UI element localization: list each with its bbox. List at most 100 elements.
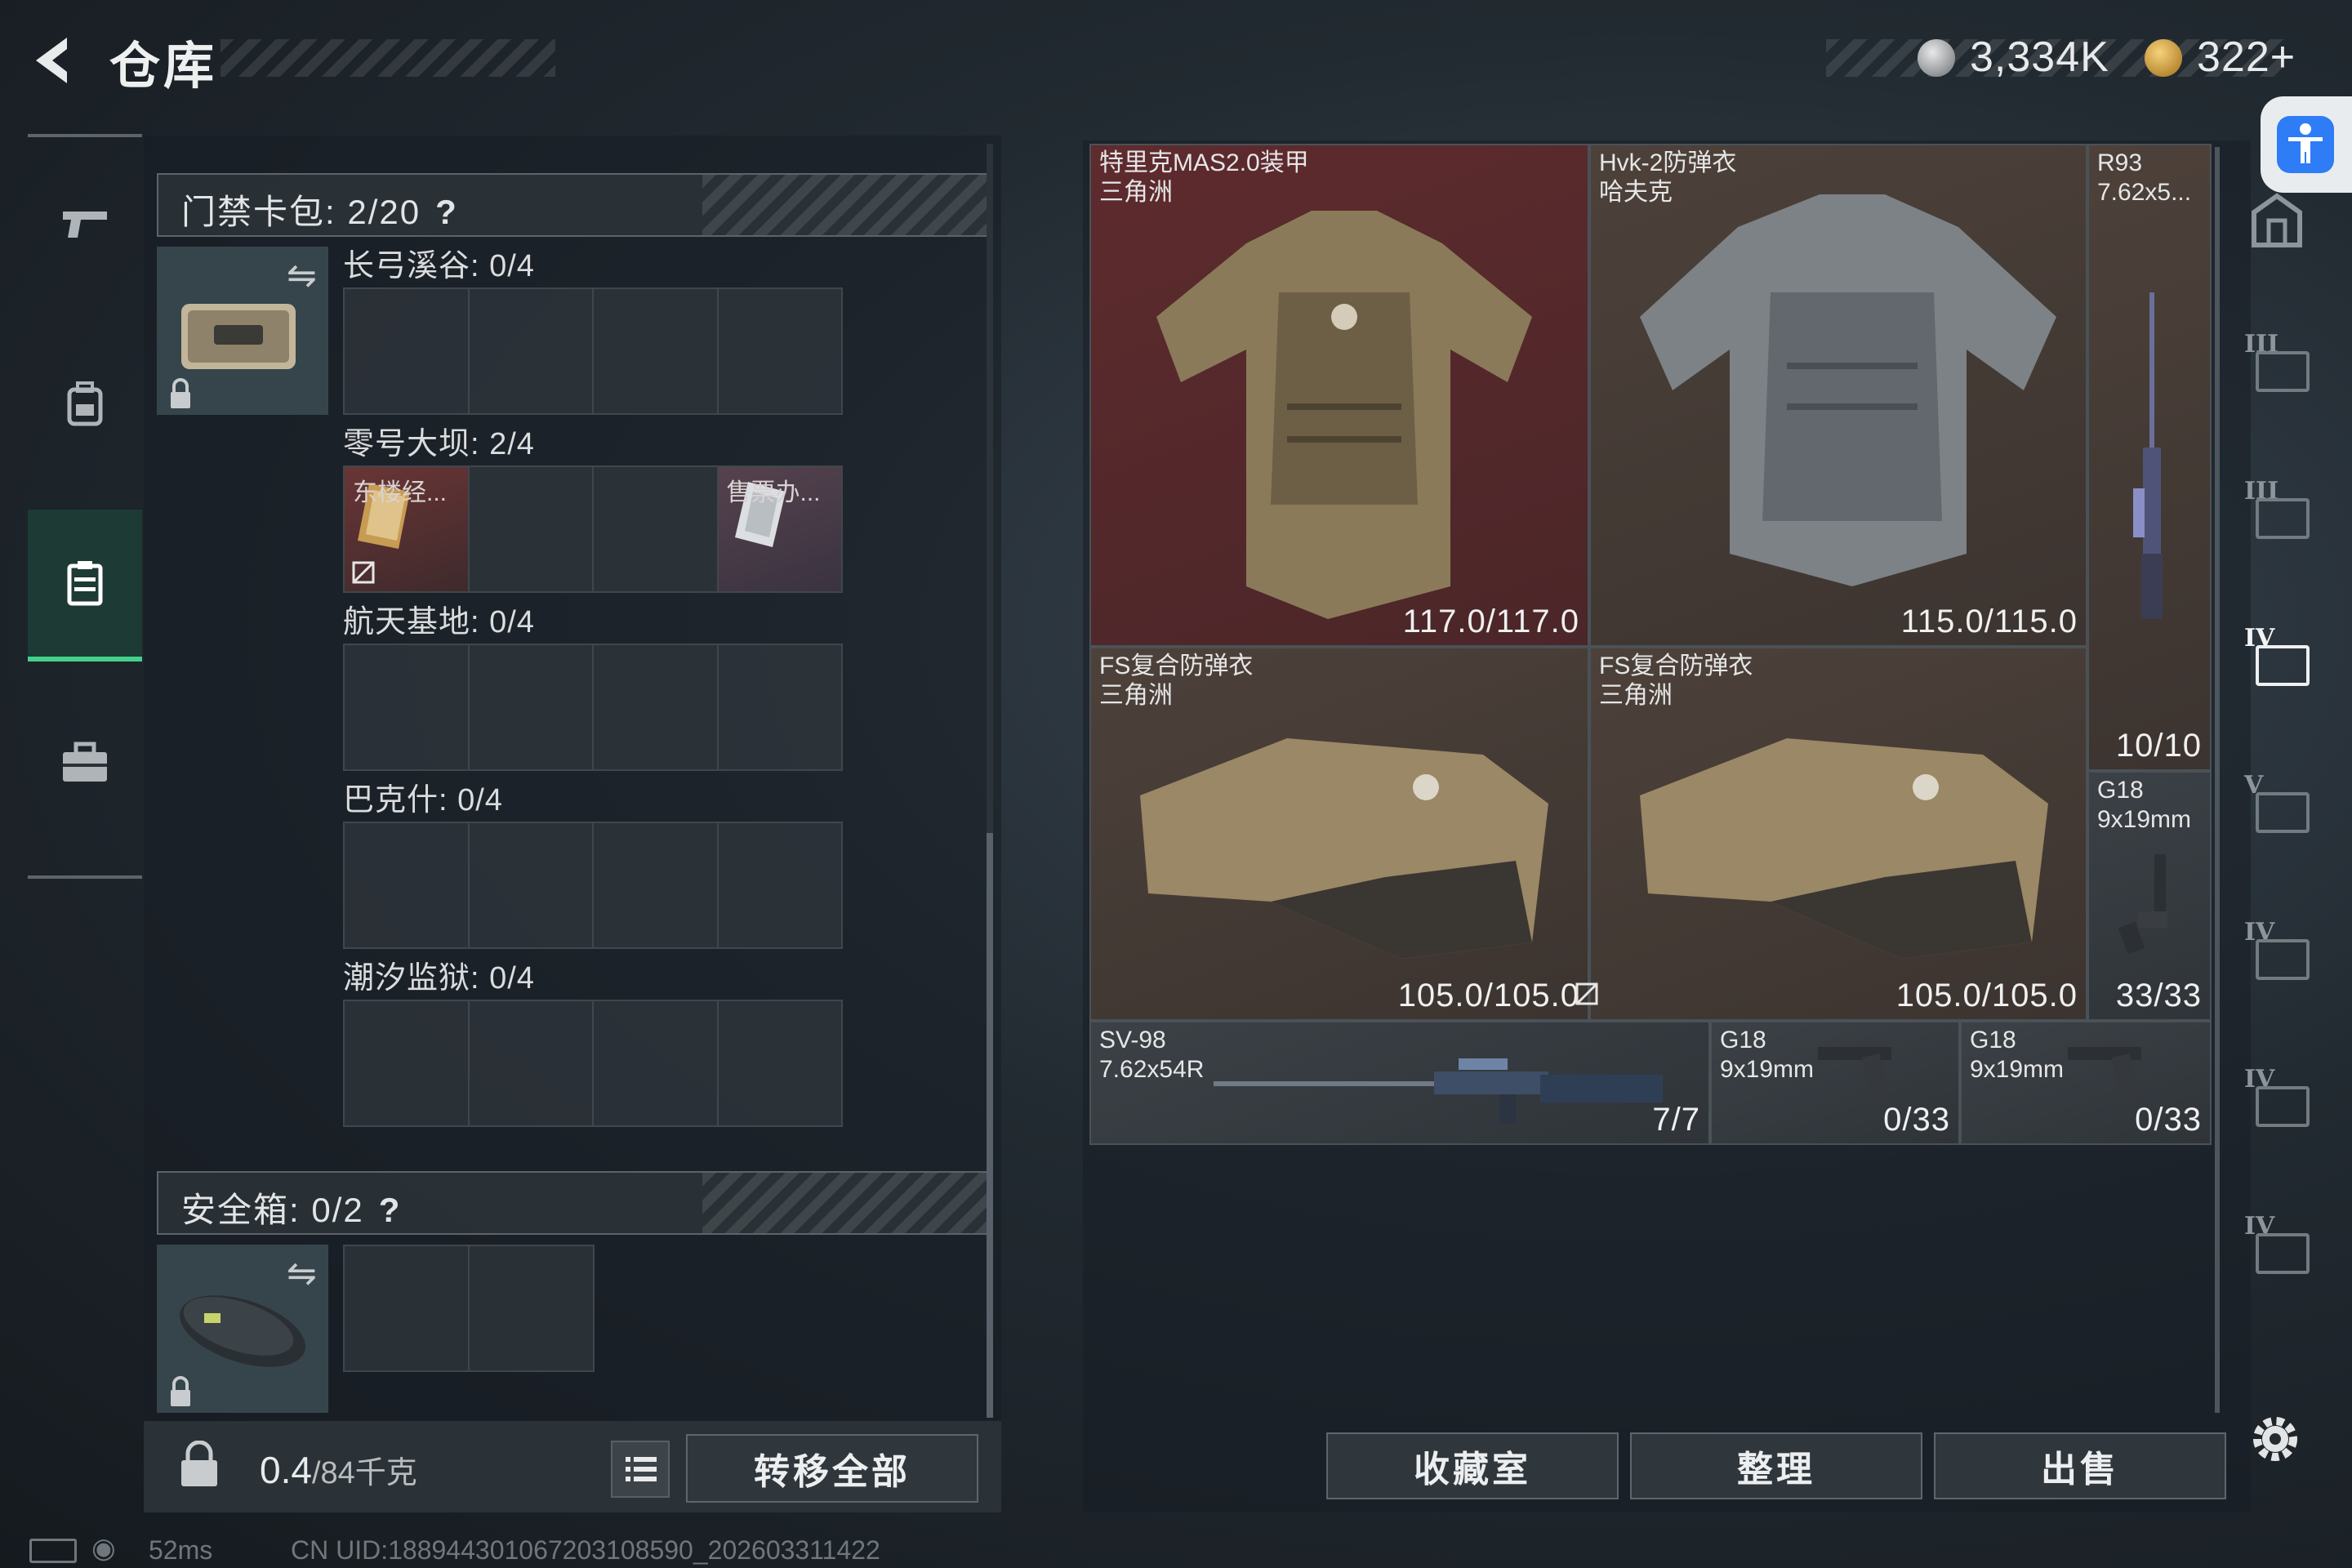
back-arrow-icon[interactable] bbox=[24, 31, 83, 90]
armor-image bbox=[1640, 738, 2048, 959]
keycard-slot[interactable] bbox=[719, 645, 842, 769]
keycard-slot[interactable] bbox=[345, 645, 470, 769]
weight-lock-icon bbox=[181, 1441, 217, 1486]
top-bar: 仓库 3,334K 322+ bbox=[0, 0, 2352, 193]
warehouse-grid: 特里克MAS2.0装甲 三角洲 117.0/117.0 Hvk-2防弹衣 哈夫克… bbox=[1089, 144, 2212, 1145]
pistol-icon bbox=[63, 212, 107, 238]
armor-image bbox=[1640, 194, 2056, 586]
warehouse-item[interactable]: FS复合防弹衣 三角洲 105.0/105.0 bbox=[1089, 647, 1589, 1021]
keycard-slot-row bbox=[343, 822, 843, 949]
transfer-all-button[interactable]: 转移全部 bbox=[686, 1434, 978, 1503]
keycard-slot[interactable] bbox=[345, 1001, 470, 1125]
warehouse-page-tab[interactable]: IV bbox=[2243, 1065, 2311, 1130]
keycard-slot[interactable] bbox=[594, 467, 719, 591]
keycard-slot[interactable] bbox=[470, 467, 594, 591]
warehouse-item[interactable]: Hvk-2防弹衣 哈夫克 115.0/115.0 bbox=[1589, 144, 2087, 647]
silver-currency-amount[interactable]: 3,334K bbox=[1970, 33, 2109, 82]
armor-image bbox=[1140, 738, 1548, 959]
keycard-slot-filled[interactable]: 东楼经... bbox=[345, 467, 470, 591]
warehouse-page-tab[interactable]: III bbox=[2243, 477, 2311, 542]
item-ammo: 7/7 bbox=[1652, 1102, 1700, 1138]
armor-image bbox=[1156, 211, 1532, 619]
warehouse-page-tab[interactable]: III bbox=[2243, 330, 2311, 395]
accessibility-button[interactable] bbox=[2261, 96, 2352, 193]
keycard-slot[interactable] bbox=[470, 645, 594, 769]
warehouse-item[interactable]: G18 9x19mm 33/33 bbox=[2087, 771, 2212, 1021]
warehouse-page-tab[interactable]: IV bbox=[2243, 1212, 2311, 1277]
warehouse-item[interactable]: G18 9x19mm 0/33 bbox=[1710, 1021, 1960, 1145]
level-case-icon bbox=[2256, 645, 2310, 686]
warehouse-panel: 特里克MAS2.0装甲 三角洲 117.0/117.0 Hvk-2防弹衣 哈夫克… bbox=[1083, 140, 2251, 1512]
collection-room-button[interactable]: 收藏室 bbox=[1326, 1432, 1619, 1499]
keycard-slot[interactable] bbox=[470, 823, 594, 947]
keycard-case-icon bbox=[67, 561, 103, 606]
safebox-slot[interactable] bbox=[345, 1246, 470, 1370]
keycard-slot[interactable] bbox=[345, 289, 470, 413]
containers-scroll-thumb[interactable] bbox=[987, 833, 993, 1418]
no-insure-icon bbox=[352, 561, 375, 584]
warehouse-item[interactable]: G18 9x19mm 0/33 bbox=[1960, 1021, 2212, 1145]
keycard-slot[interactable] bbox=[594, 823, 719, 947]
warehouse-page-tab-active[interactable]: IV bbox=[2243, 624, 2311, 689]
keycard-slot[interactable] bbox=[470, 1001, 594, 1125]
silver-coin-icon bbox=[1918, 39, 1955, 77]
keycard-case-header[interactable]: 门禁卡包: 2/20? bbox=[157, 173, 990, 237]
item-durability: 115.0/115.0 bbox=[1900, 604, 2078, 639]
keycard-slot[interactable] bbox=[719, 289, 842, 413]
warehouse-item[interactable]: R93 7.62x5... 10/10 bbox=[2087, 144, 2212, 771]
list-view-button[interactable] bbox=[611, 1441, 670, 1498]
briefcase-icon bbox=[63, 742, 107, 782]
safebox-header[interactable]: 安全箱: 0/2? bbox=[157, 1171, 990, 1235]
item-name: G18 bbox=[2097, 777, 2144, 804]
group-label: 巴克什: 0/4 bbox=[343, 783, 503, 817]
help-icon[interactable]: ? bbox=[379, 1191, 402, 1229]
item-durability: 105.0/105.0 bbox=[1895, 978, 2078, 1013]
swap-icon[interactable]: ⇋ bbox=[287, 255, 317, 296]
warehouse-page-home[interactable] bbox=[2243, 188, 2311, 253]
warehouse-scrollbar[interactable] bbox=[2215, 147, 2220, 1413]
warehouse-page-tab[interactable]: IV bbox=[2243, 918, 2311, 983]
group-label: 零号大坝: 2/4 bbox=[343, 427, 535, 461]
nav-weapons[interactable] bbox=[28, 150, 142, 297]
nav-keycard-case[interactable] bbox=[28, 510, 142, 662]
nav-backpack[interactable] bbox=[28, 330, 142, 477]
weight-current: 0.4 bbox=[260, 1449, 312, 1491]
warehouse-item[interactable]: 特里克MAS2.0装甲 三角洲 117.0/117.0 bbox=[1089, 144, 1589, 647]
header-decoration bbox=[702, 1173, 988, 1233]
safebox-capacity: 安全箱: 0/2 bbox=[181, 1191, 364, 1229]
settings-button[interactable] bbox=[2246, 1410, 2305, 1468]
wifi-icon: ◉ bbox=[91, 1533, 116, 1564]
keycard-slot[interactable] bbox=[345, 823, 470, 947]
item-durability: 117.0/117.0 bbox=[1402, 604, 1579, 639]
organize-button[interactable]: 整理 bbox=[1630, 1432, 1922, 1499]
item-name: FS复合防弹衣 bbox=[1099, 653, 1254, 679]
safebox-slot[interactable] bbox=[470, 1246, 593, 1370]
header-decoration bbox=[702, 175, 988, 235]
keycard-case-item[interactable]: ⇋ bbox=[157, 247, 328, 415]
keycard-case-capacity: 门禁卡包: 2/20 bbox=[181, 193, 421, 231]
keycard-slot[interactable] bbox=[594, 289, 719, 413]
sell-button[interactable]: 出售 bbox=[1934, 1432, 2226, 1499]
keycard-slot[interactable] bbox=[470, 289, 594, 413]
warehouse-item[interactable]: FS复合防弹衣 三角洲 105.0/105.0 bbox=[1589, 647, 2087, 1021]
keycard-slot[interactable] bbox=[594, 1001, 719, 1125]
safebox-item[interactable]: ⇋ bbox=[157, 1245, 328, 1413]
settings-icon bbox=[2253, 1417, 2297, 1461]
gold-coin-icon bbox=[2145, 39, 2182, 77]
nav-briefcase[interactable] bbox=[28, 689, 142, 836]
help-icon[interactable]: ? bbox=[435, 193, 458, 231]
gold-currency-amount[interactable]: 322+ bbox=[2197, 33, 2296, 82]
keycard-slot[interactable] bbox=[719, 823, 842, 947]
keycard-slot[interactable] bbox=[594, 645, 719, 769]
item-name: SV-98 bbox=[1099, 1027, 1166, 1054]
keycard-slot-filled[interactable]: 售票办... bbox=[718, 467, 841, 591]
item-durability: 105.0/105.0 bbox=[1397, 978, 1579, 1013]
keycard-slot[interactable] bbox=[719, 1001, 842, 1125]
ping-readout: 52ms bbox=[149, 1535, 213, 1565]
warehouse-item[interactable]: SV-98 7.62x54R 7/7 bbox=[1089, 1021, 1710, 1145]
warehouse-page-tab[interactable]: V bbox=[2243, 771, 2311, 836]
weight-max: /84千克 bbox=[311, 1456, 417, 1490]
status-bar: ◉ 52ms CN UID:188944301067203108590_2026… bbox=[0, 1532, 2352, 1568]
level-case-icon bbox=[2256, 498, 2310, 539]
swap-icon[interactable]: ⇋ bbox=[287, 1253, 317, 1294]
